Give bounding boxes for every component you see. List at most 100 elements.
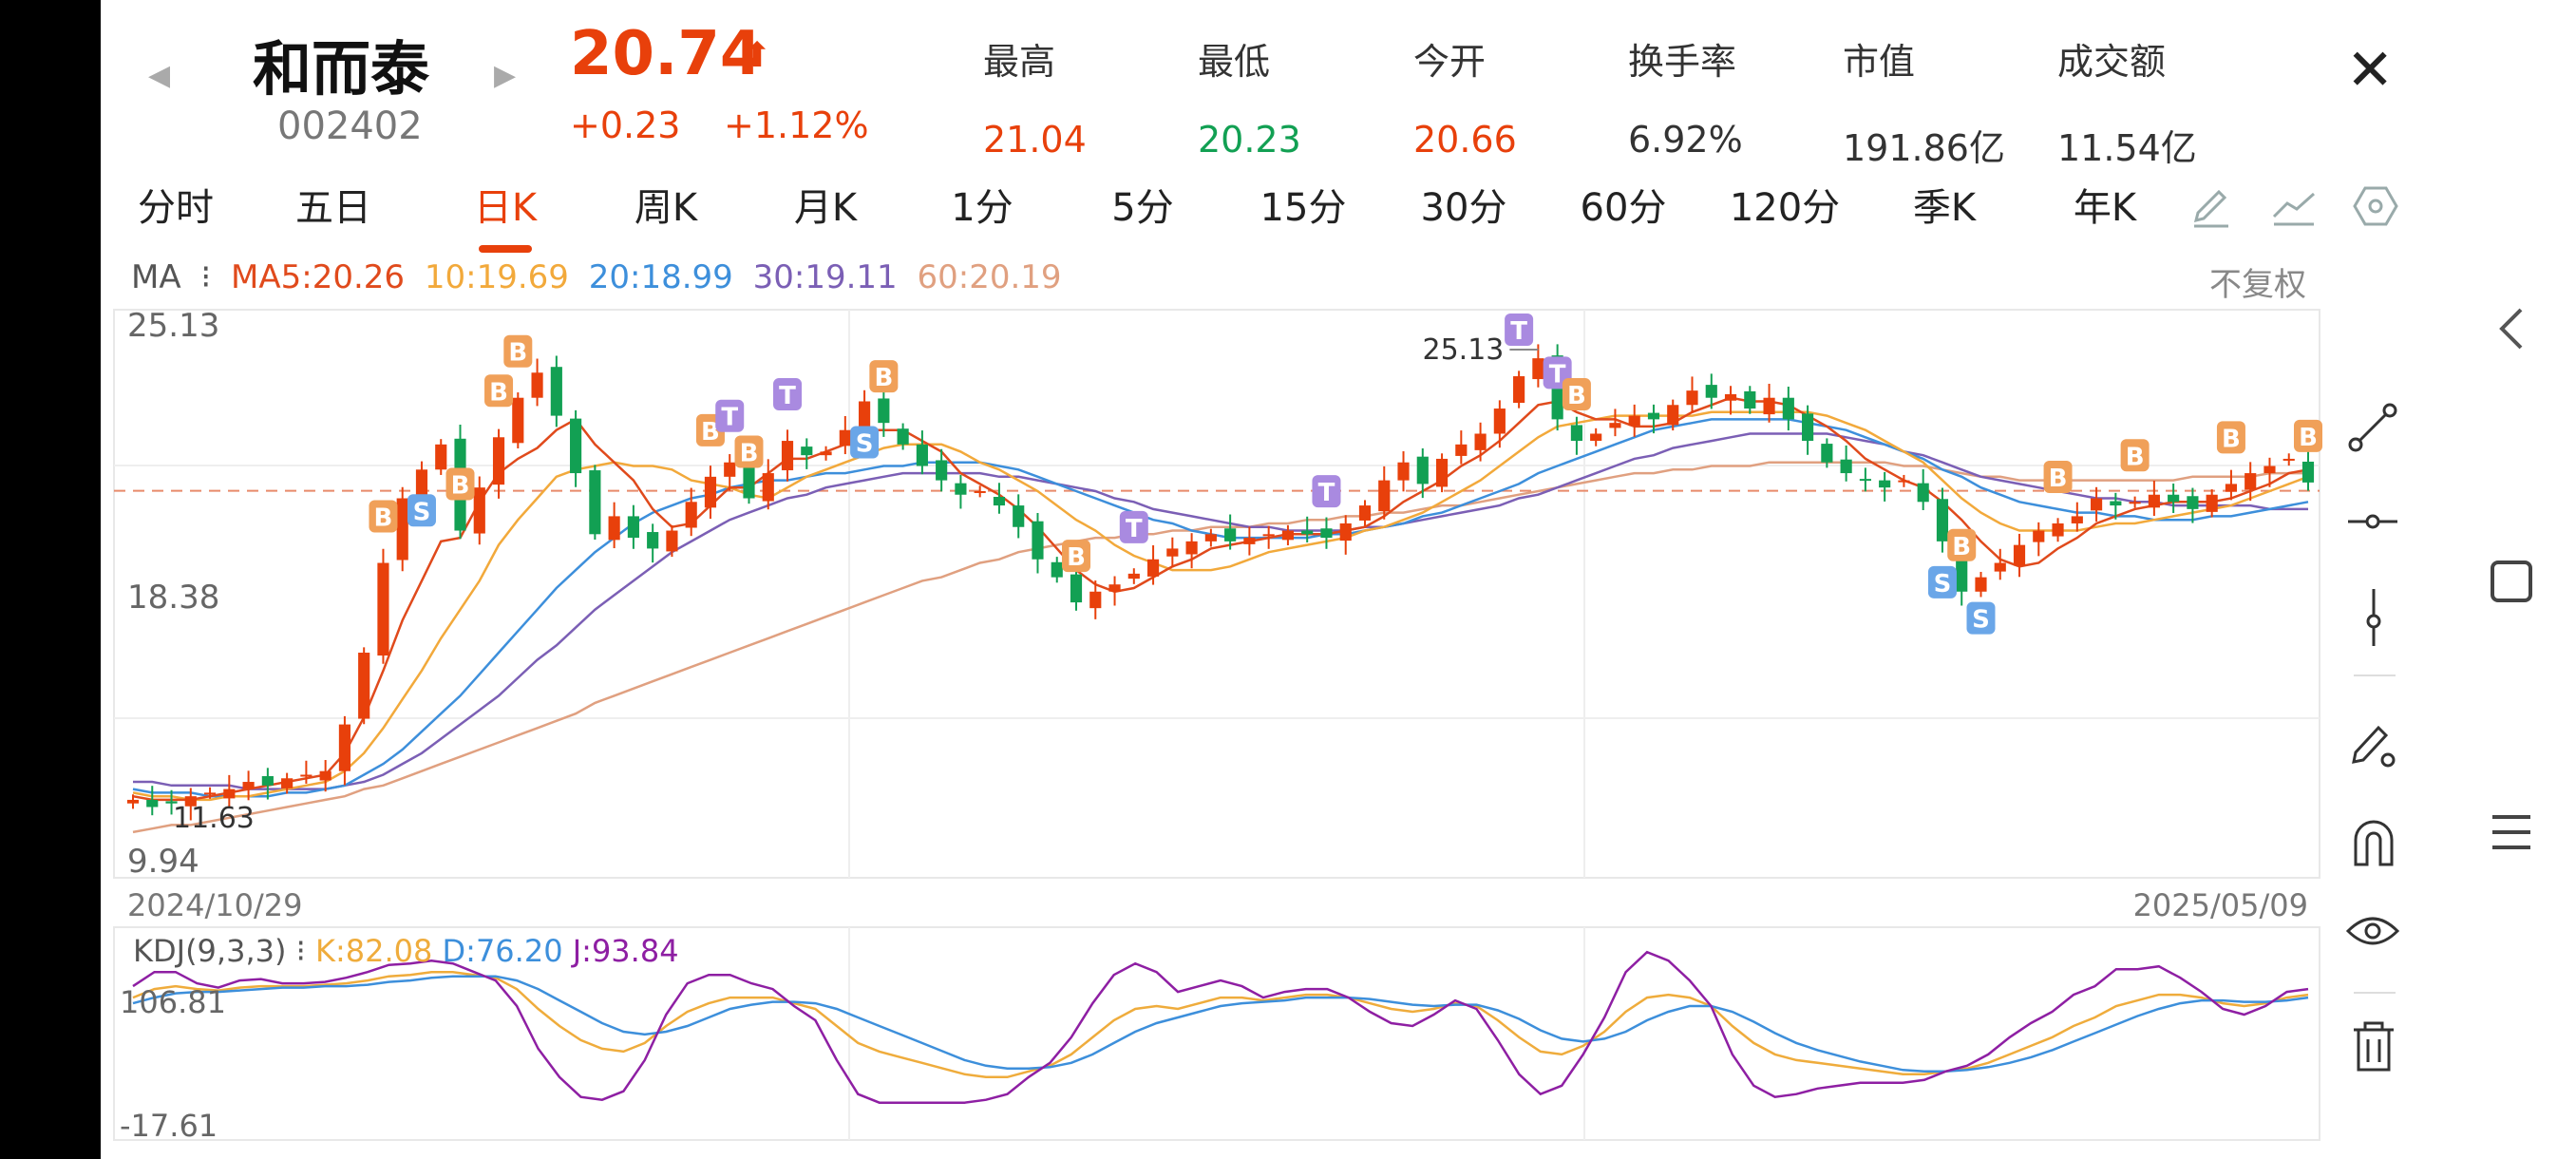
candle-body (281, 778, 294, 788)
candle-body (2187, 496, 2199, 509)
candle-body (2091, 498, 2103, 511)
candle-body (1397, 462, 1410, 481)
kdj-j-line (132, 950, 2309, 1104)
kdj-y-tick-top: 106.81 (120, 984, 226, 1020)
signal-marker-label: T (721, 404, 738, 432)
candle-body (2168, 494, 2180, 503)
candle-body (1320, 528, 1333, 539)
candle-body (2263, 466, 2276, 474)
candle-body (319, 770, 331, 781)
candle-body (358, 653, 370, 719)
candle-body (2245, 473, 2257, 490)
signal-marker-label: B (2049, 465, 2068, 493)
candle-body (261, 775, 274, 786)
candle-body (2282, 458, 2295, 461)
candle-body (223, 788, 236, 799)
candle-body (2206, 494, 2218, 512)
candle-body (2110, 501, 2122, 506)
signal-marker-label: B (489, 378, 508, 407)
kdj-k-value: K:82.08 (314, 933, 433, 969)
candle-body (685, 502, 697, 528)
kdj-y-tick-bottom: -17.61 (120, 1108, 218, 1144)
candle-body (608, 516, 620, 541)
kdj-j-value: J:93.84 (572, 933, 679, 969)
candle-body (589, 470, 601, 535)
signal-marker-label: T (1318, 479, 1335, 507)
candle-body (1686, 390, 1698, 406)
candle-body (1378, 480, 1391, 512)
trash-icon[interactable] (2350, 1020, 2397, 1074)
square-icon[interactable] (2489, 559, 2534, 604)
candle-body (1339, 522, 1352, 542)
chevron-left-icon[interactable] (2483, 300, 2540, 357)
candle-body (435, 444, 447, 470)
signal-marker-label: T (1126, 515, 1143, 543)
candle-body (1917, 483, 1929, 503)
candle-body (1744, 390, 1756, 409)
candle-body (1281, 530, 1295, 541)
candle-body (377, 562, 389, 656)
candle-body (1840, 459, 1852, 474)
signal-marker-label: B (1567, 382, 1586, 410)
signal-marker-label: S (1934, 570, 1952, 598)
candle-body (1667, 405, 1679, 426)
vertical-line-icon[interactable] (2350, 587, 2397, 648)
candle-body (1609, 423, 1621, 428)
candle-body (1089, 591, 1102, 609)
menu-icon[interactable] (2489, 809, 2534, 855)
candle-body (2301, 461, 2315, 483)
horizontal-line-icon[interactable] (2346, 498, 2399, 545)
signal-marker-label: B (1952, 533, 1971, 561)
candle-body (1032, 521, 1044, 560)
candle-body (1628, 415, 1640, 427)
candle-body (724, 462, 736, 477)
candle-body (1879, 480, 1891, 488)
candle-body (1204, 534, 1217, 542)
signal-marker-label: T (779, 382, 796, 410)
magnet-icon[interactable] (2348, 813, 2399, 870)
candle-body (1435, 458, 1449, 487)
date-end: 2025/05/09 (2133, 887, 2308, 923)
signal-marker-label: S (1972, 606, 1990, 635)
candle-body (2033, 530, 2045, 542)
candle-body (2129, 502, 2141, 504)
candle-body (1493, 408, 1506, 434)
line-segment-icon[interactable] (2346, 399, 2399, 456)
signal-marker-label: B (2126, 443, 2145, 471)
kdj-label[interactable]: KDJ(9,3,3) ⁝ (133, 933, 306, 969)
pen-icon[interactable] (2346, 714, 2399, 771)
candle-body (492, 437, 505, 485)
candle-body (1146, 559, 1160, 577)
signal-marker-label: B (508, 339, 527, 368)
candle-body (2052, 522, 2064, 537)
candle-body (1802, 413, 1814, 442)
y-tick-top: 25.13 (127, 307, 219, 345)
kdj-plot (132, 950, 2309, 1104)
candle-body (878, 398, 890, 424)
candle-body (2071, 516, 2083, 523)
candle-body (1243, 538, 1256, 544)
signal-marker-label: B (2222, 425, 2241, 453)
candle-body (1975, 577, 1987, 592)
candle-body (1724, 393, 1737, 401)
candle-body (1108, 584, 1121, 592)
high-annotation: 25.13 (1422, 333, 1504, 367)
eye-icon[interactable] (2346, 910, 2399, 952)
candle-body (1570, 425, 1582, 442)
candle-body (1224, 528, 1237, 542)
kdj-d-value: D:76.20 (442, 933, 563, 969)
candle-body (1474, 433, 1487, 450)
candle-body (338, 724, 350, 771)
candle-body (1647, 412, 1660, 420)
candle-body (2013, 544, 2026, 566)
candle-body (1070, 574, 1083, 603)
candle-body (242, 782, 255, 789)
kdj-legend: KDJ(9,3,3) ⁝ K:82.08 D:76.20 J:93.84 (133, 933, 679, 969)
candle-body (1994, 562, 2006, 572)
candle-body (512, 397, 524, 444)
candle-body (1127, 573, 1140, 580)
candle-body (1301, 530, 1314, 535)
signal-marker-label: B (374, 504, 393, 533)
chart-canvas[interactable]: 25.1311.63B SBBBBTBTSBBTTTTBSBSBBB B 25.13… (0, 0, 2576, 1159)
candle-body (839, 429, 851, 446)
